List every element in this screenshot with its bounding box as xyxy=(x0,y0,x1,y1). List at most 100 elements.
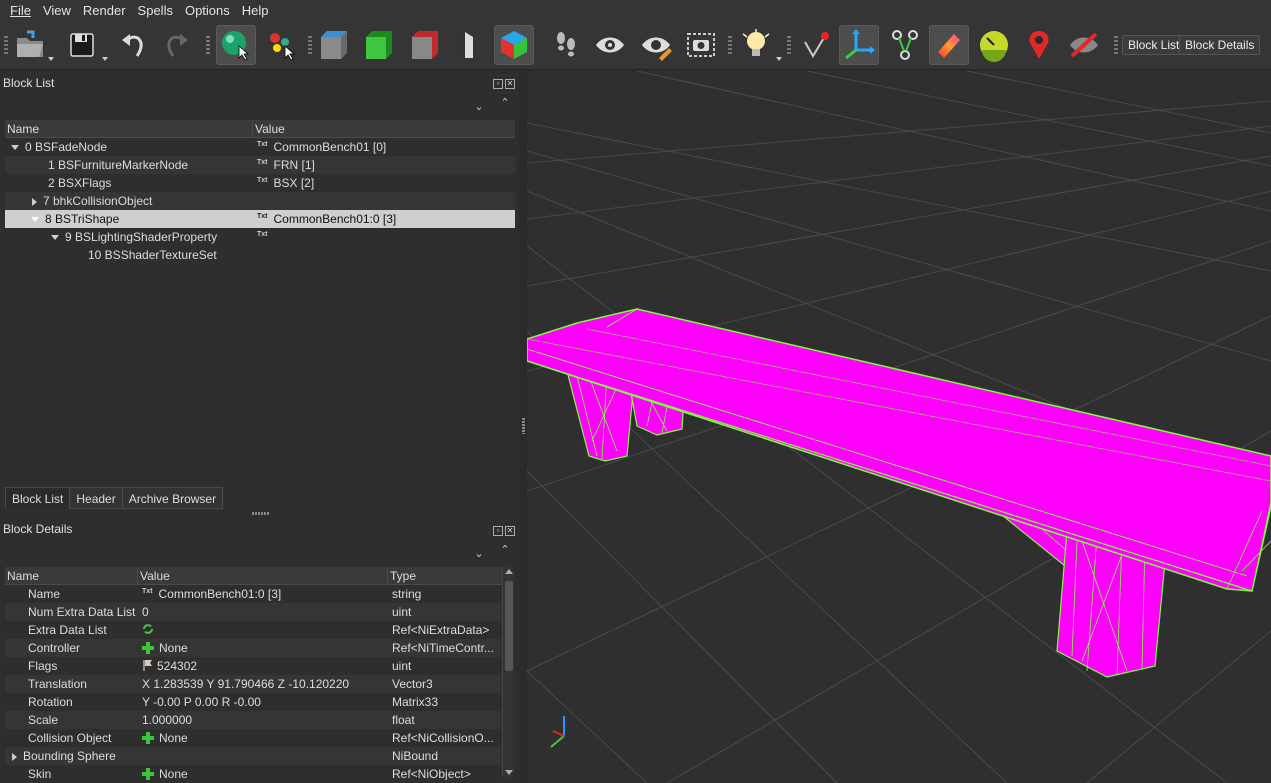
plus-icon[interactable] xyxy=(142,732,154,744)
detail-value[interactable]: 1.000000 xyxy=(138,711,388,729)
column-value[interactable]: Value xyxy=(253,120,515,138)
tab-header[interactable]: Header xyxy=(69,487,123,509)
skeleton-button[interactable] xyxy=(885,25,925,65)
plus-icon[interactable] xyxy=(142,768,154,780)
select-nodes-button[interactable] xyxy=(262,25,302,65)
float-panel-button[interactable]: ▫ xyxy=(493,526,503,536)
collapse-all-icon[interactable]: ⌄ xyxy=(472,547,486,561)
tree-row[interactable]: 1 BSFurnitureMarkerNode Txt FRN [1] xyxy=(5,156,515,174)
detail-value[interactable]: None xyxy=(159,641,188,655)
close-panel-button[interactable]: ✕ xyxy=(505,79,515,89)
collapse-arrow-icon[interactable] xyxy=(31,217,39,223)
detail-row[interactable]: Flags 524302 uint xyxy=(5,657,502,675)
tree-row[interactable]: 2 BSXFlags Txt BSX [2] xyxy=(5,174,515,192)
detail-row[interactable]: Collision Object None Ref<NiCollisionO..… xyxy=(5,729,502,747)
expand-arrow-icon[interactable] xyxy=(12,752,17,761)
menu-view[interactable]: View xyxy=(37,0,77,22)
view-red-button[interactable] xyxy=(404,25,444,65)
expand-all-icon[interactable]: ⌃ xyxy=(498,96,512,110)
close-panel-button[interactable]: ✕ xyxy=(505,526,515,536)
detail-value[interactable]: Y -0.00 P 0.00 R -0.00 xyxy=(138,693,388,711)
scroll-down-icon[interactable] xyxy=(505,770,513,775)
detail-value[interactable]: 524302 xyxy=(157,659,197,673)
marker-button[interactable] xyxy=(1019,25,1059,65)
plus-icon[interactable] xyxy=(142,642,154,654)
vertical-splitter-grip[interactable] xyxy=(522,418,525,434)
menu-options[interactable]: Options xyxy=(179,0,236,22)
lighting-dropdown-arrow[interactable] xyxy=(776,57,782,61)
column-name[interactable]: Name xyxy=(5,120,253,138)
redo-button[interactable] xyxy=(156,25,196,65)
toolbar-grip-5[interactable] xyxy=(787,36,791,56)
show-hidden-button[interactable] xyxy=(590,25,630,65)
toolbar-grip-2[interactable] xyxy=(206,36,210,56)
column-name[interactable]: Name xyxy=(5,567,138,585)
save-dropdown-arrow[interactable] xyxy=(102,57,108,61)
open-dropdown-arrow[interactable] xyxy=(48,57,54,61)
detail-row[interactable]: Num Extra Data List 0 uint xyxy=(5,603,502,621)
detail-row[interactable]: Name Txt CommonBench01:0 [3] string xyxy=(5,585,502,603)
flag-icon[interactable] xyxy=(142,659,154,671)
vertices-button[interactable] xyxy=(796,25,836,65)
detail-row[interactable]: Skin None Ref<NiObject> xyxy=(5,765,502,780)
view-green-button[interactable] xyxy=(358,25,398,65)
view-split-button[interactable] xyxy=(449,25,489,65)
collapse-arrow-icon[interactable] xyxy=(51,235,59,241)
screenshot-button[interactable] xyxy=(681,25,721,65)
tab-archive-browser[interactable]: Archive Browser xyxy=(121,487,224,509)
detail-value[interactable]: X 1.283539 Y 91.790466 Z -10.120220 xyxy=(138,675,388,693)
float-panel-button[interactable]: ▫ xyxy=(493,79,503,89)
column-type[interactable]: Type xyxy=(388,567,502,585)
detail-value[interactable]: 0 xyxy=(138,603,388,621)
save-button[interactable] xyxy=(62,25,102,65)
tree-row[interactable]: 9 BSLightingShaderProperty Txt xyxy=(5,228,515,246)
select-object-button[interactable] xyxy=(216,25,256,65)
block-details-toggle-button[interactable]: Block Details xyxy=(1179,35,1261,55)
undo-button[interactable] xyxy=(114,25,154,65)
expand-arrow-icon[interactable] xyxy=(11,145,19,151)
lighting-button[interactable] xyxy=(736,25,776,65)
tree-row-selected[interactable]: 8 BSTriShape Txt CommonBench01:0 [3] xyxy=(5,210,515,228)
horizontal-splitter[interactable] xyxy=(252,512,270,515)
collapse-all-icon[interactable]: ⌄ xyxy=(472,100,486,114)
expand-all-icon[interactable]: ⌃ xyxy=(498,543,512,557)
menu-help[interactable]: Help xyxy=(236,0,275,22)
scroll-up-icon[interactable] xyxy=(505,569,513,574)
details-scrollbar[interactable] xyxy=(502,567,514,777)
detail-row[interactable]: Bounding Sphere NiBound xyxy=(5,747,502,765)
tree-row[interactable]: 7 bhkCollisionObject xyxy=(5,192,515,210)
tree-row[interactable]: 0 BSFadeNode Txt CommonBench01 [0] xyxy=(5,138,515,156)
toolbar-grip[interactable] xyxy=(4,36,8,56)
scrollbar-thumb[interactable] xyxy=(505,581,513,671)
open-button[interactable] xyxy=(10,25,50,65)
detail-row[interactable]: Scale 1.000000 float xyxy=(5,711,502,729)
vertex-colors-button[interactable] xyxy=(929,25,969,65)
menu-file[interactable]: File xyxy=(4,0,37,22)
column-value[interactable]: Value xyxy=(138,567,388,585)
detail-row[interactable]: Translation X 1.283539 Y 91.790466 Z -10… xyxy=(5,675,502,693)
gauge-button[interactable] xyxy=(974,25,1014,65)
walk-mode-button[interactable] xyxy=(546,25,586,65)
3d-viewport[interactable] xyxy=(527,71,1271,783)
detail-row[interactable]: Rotation Y -0.00 P 0.00 R -0.00 Matrix33 xyxy=(5,693,502,711)
menu-spells[interactable]: Spells xyxy=(132,0,179,22)
detail-row[interactable]: Extra Data List Ref<NiExtraData> xyxy=(5,621,502,639)
view-gray-button[interactable] xyxy=(313,25,353,65)
axes-button[interactable] xyxy=(839,25,879,65)
expand-arrow-icon[interactable] xyxy=(32,197,37,206)
detail-value[interactable]: None xyxy=(159,767,188,780)
toolbar-grip-3[interactable] xyxy=(308,36,312,56)
menu-render[interactable]: Render xyxy=(77,0,132,22)
tree-row[interactable]: 10 BSShaderTextureSet xyxy=(5,246,515,264)
refresh-icon[interactable] xyxy=(142,623,154,635)
detail-row[interactable]: Controller None Ref<NiTimeContr... xyxy=(5,639,502,657)
hide-button[interactable] xyxy=(1064,25,1104,65)
view-color-button[interactable] xyxy=(494,25,534,65)
detail-value[interactable]: CommonBench01:0 [3] xyxy=(159,587,282,601)
edit-visibility-button[interactable] xyxy=(636,25,676,65)
detail-value[interactable]: None xyxy=(159,731,188,745)
toolbar-grip-6[interactable] xyxy=(1114,36,1118,56)
toolbar-grip-4[interactable] xyxy=(728,36,732,56)
block-list-toggle-button[interactable]: Block List xyxy=(1122,35,1186,55)
tab-block-list[interactable]: Block List xyxy=(5,487,71,509)
